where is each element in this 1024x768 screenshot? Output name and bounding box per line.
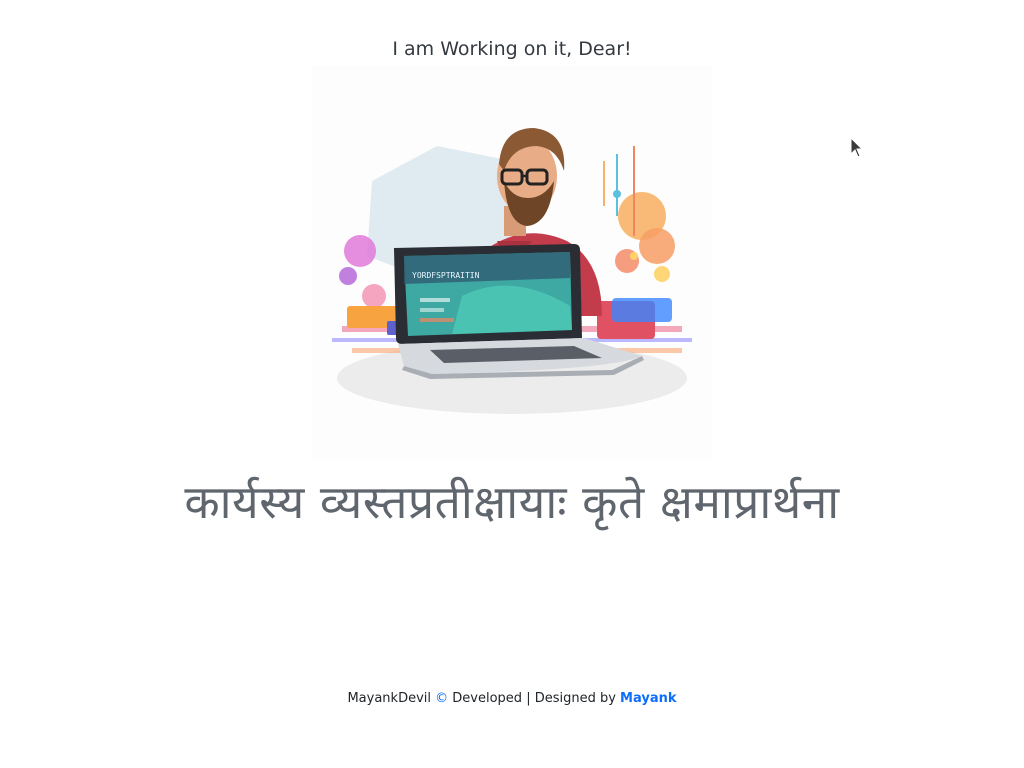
copyright-icon: © (435, 691, 449, 706)
author-link[interactable]: Mayank (620, 691, 676, 706)
footer-text: Developed | Designed by (448, 691, 621, 706)
page-headline: कार्यस्य व्यस्तप्रतीक्षायाः कृते क्षमाप्… (184, 475, 840, 529)
laptop-screen-text: YORDFSPTRAITIN (412, 271, 480, 280)
footer-brand: MayankDevil (347, 691, 432, 706)
status-message: I am Working on it, Dear! (392, 38, 632, 60)
hero-illustration: YORDFSPTRAITIN (312, 66, 712, 461)
footer: MayankDevil © Developed | Designed by Ma… (0, 691, 1024, 706)
mouse-cursor-icon (850, 137, 864, 158)
